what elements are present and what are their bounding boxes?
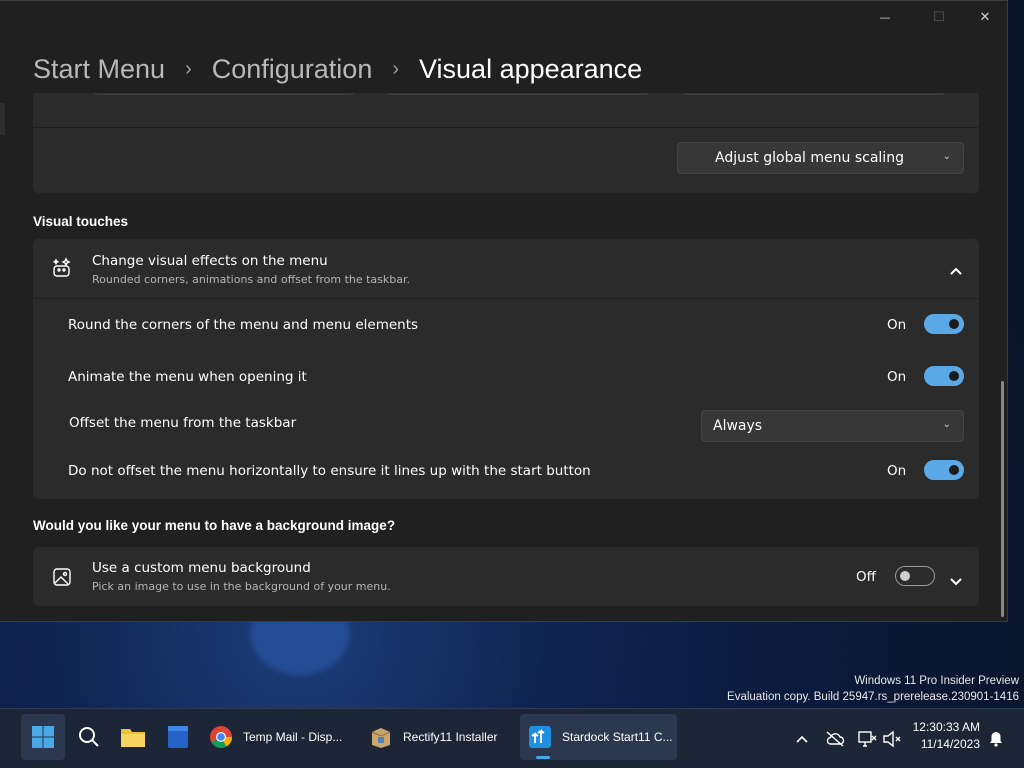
offset-menu-label: Offset the menu from the taskbar [69, 415, 297, 431]
round-corners-state: On [887, 317, 907, 333]
image-icon [52, 567, 72, 587]
search-icon [79, 727, 99, 747]
notepad-icon [168, 726, 188, 748]
volume-button[interactable] [881, 709, 903, 768]
custom-background-state: Off [856, 569, 876, 585]
chevron-up-icon [796, 735, 808, 743]
maximize-icon: ☐ [933, 9, 945, 25]
scaling-card: Adjust global menu scaling ⌄ [33, 93, 979, 193]
sparkle-effects-icon [51, 257, 73, 279]
chevron-down-icon: ⌄ [942, 419, 951, 430]
breadcrumb-chevron-icon: › [185, 57, 192, 80]
custom-background-card[interactable]: Use a custom menu background Pick an ima… [33, 547, 979, 606]
chevron-down-icon: ⌄ [942, 151, 951, 162]
visual-effects-card: Change visual effects on the menu Rounde… [33, 239, 979, 499]
offset-menu-value: Always [713, 418, 763, 434]
cloud-offline-button[interactable] [824, 709, 846, 768]
custom-background-subtitle: Pick an image to use in the background o… [92, 580, 391, 593]
global-scaling-dropdown[interactable]: Adjust global menu scaling ⌄ [677, 142, 964, 174]
breadcrumb: Start Menu › Configuration › Visual appe… [33, 49, 642, 89]
round-corners-toggle[interactable] [924, 314, 964, 334]
windows-watermark: Windows 11 Pro Insider Preview Evaluatio… [727, 673, 1019, 705]
visual-effects-header[interactable]: Change visual effects on the menu Rounde… [33, 239, 979, 298]
watermark-build: Evaluation copy. Build 25947.rs_prerelea… [727, 691, 1019, 703]
page-title: Visual appearance [419, 53, 643, 84]
scaling-option-2[interactable] [387, 93, 649, 95]
animate-menu-state: On [887, 369, 907, 385]
cloud-offline-icon [826, 731, 845, 747]
file-explorer-button[interactable] [115, 714, 151, 760]
toggle-knob [900, 571, 910, 581]
taskbar: Temp Mail - Disp... Rectify11 Installer … [0, 708, 1024, 768]
custom-background-toggle[interactable] [895, 566, 935, 586]
toggle-knob [949, 465, 959, 475]
network-icon [858, 731, 877, 747]
folder-icon [121, 729, 145, 747]
search-button[interactable] [71, 714, 107, 760]
chevron-up-icon[interactable] [949, 261, 963, 280]
background-image-heading: Would you like your menu to have a backg… [33, 518, 396, 533]
windows-logo-icon [32, 726, 54, 748]
toggle-knob [949, 319, 959, 329]
notifications-button[interactable] [986, 709, 1006, 768]
minimize-button[interactable]: — [862, 1, 908, 33]
chrome-icon [210, 726, 232, 748]
scaling-option-3[interactable] [683, 93, 945, 95]
start-button[interactable] [21, 714, 65, 760]
round-corners-label: Round the corners of the menu and menu e… [68, 317, 419, 333]
taskbar-app-label: Rectify11 Installer [403, 730, 498, 744]
toggle-knob [949, 371, 959, 381]
no-horizontal-offset-state: On [887, 463, 907, 479]
breadcrumb-start-menu[interactable]: Start Menu [33, 54, 165, 85]
animate-menu-toggle[interactable] [924, 366, 964, 386]
start11-settings-window: — ☐ ✕ Start Menu › Configuration › Visua… [0, 0, 1008, 622]
no-horizontal-offset-label: Do not offset the menu horizontally to e… [68, 463, 591, 479]
no-horizontal-offset-toggle[interactable] [924, 460, 964, 480]
content-scrollbar[interactable] [1001, 381, 1004, 617]
bell-icon [990, 732, 1002, 747]
divider [33, 298, 979, 299]
maximize-button[interactable]: ☐ [916, 1, 962, 33]
taskbar-app-label: Stardock Start11 C... [562, 730, 673, 744]
scaling-option-1[interactable] [93, 93, 355, 95]
breadcrumb-configuration[interactable]: Configuration [212, 54, 373, 85]
offset-menu-dropdown[interactable]: Always ⌄ [701, 410, 964, 442]
custom-background-title: Use a custom menu background [92, 560, 311, 576]
global-scaling-label: Adjust global menu scaling [715, 150, 904, 166]
clock[interactable]: 12:30:33 AM 11/14/2023 [913, 719, 980, 753]
watermark-edition: Windows 11 Pro Insider Preview [854, 675, 1019, 687]
visual-touches-heading: Visual touches [33, 214, 129, 229]
animate-menu-label: Animate the menu when opening it [68, 369, 307, 385]
show-hidden-icons-button[interactable] [792, 709, 812, 768]
chevron-down-icon[interactable] [949, 572, 963, 591]
volume-muted-icon [883, 730, 901, 748]
minimize-icon: — [879, 10, 891, 24]
clock-date: 11/14/2023 [920, 737, 980, 751]
active-app-indicator [536, 756, 550, 759]
notepad-button[interactable] [160, 714, 196, 760]
settings-content: Adjust global menu scaling ⌄ Visual touc… [0, 93, 1007, 621]
divider [33, 127, 979, 128]
close-icon: ✕ [979, 9, 991, 25]
taskbar-app-rectify11[interactable]: Rectify11 Installer [365, 714, 510, 760]
taskbar-app-chrome[interactable]: Temp Mail - Disp... [205, 714, 355, 760]
breadcrumb-chevron-icon: › [392, 57, 400, 80]
clock-time: 12:30:33 AM [912, 720, 980, 734]
visual-effects-title: Change visual effects on the menu [92, 253, 328, 269]
close-button[interactable]: ✕ [962, 1, 1007, 33]
start11-app-icon [529, 726, 551, 748]
network-button[interactable] [856, 709, 878, 768]
taskbar-app-start11[interactable]: Stardock Start11 C... [520, 714, 677, 760]
visual-effects-subtitle: Rounded corners, animations and offset f… [92, 273, 411, 286]
taskbar-app-label: Temp Mail - Disp... [243, 730, 343, 744]
installer-package-icon [371, 728, 391, 748]
